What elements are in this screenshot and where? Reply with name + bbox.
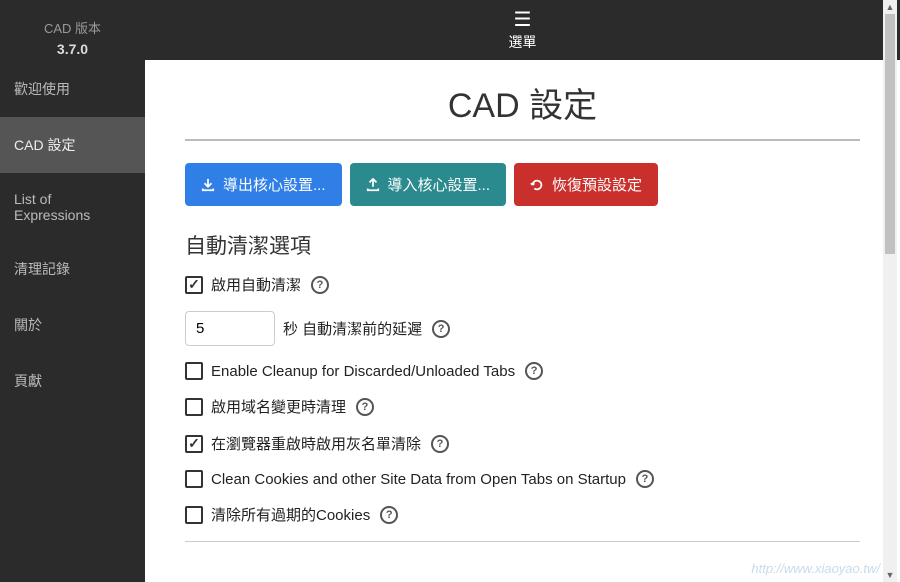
- button-row: 導出核心設置... 導入核心設置... 恢復預設設定: [185, 163, 860, 206]
- checkbox-greylist[interactable]: [185, 435, 203, 453]
- option-greylist-restart: 在瀏覽器重啟時啟用灰名單清除 ?: [185, 433, 860, 454]
- main: ☰ 選單 CAD 設定 導出核心設置... 導入核心設置... 恢復預設設定: [145, 0, 900, 582]
- checkbox-discarded[interactable]: [185, 362, 203, 380]
- section-divider: [185, 541, 860, 542]
- scroll-thumb[interactable]: [885, 14, 895, 254]
- option-discarded-tabs: Enable Cleanup for Discarded/Unloaded Ta…: [185, 362, 860, 380]
- reset-button[interactable]: 恢復預設設定: [514, 163, 658, 206]
- sidebar-item-welcome[interactable]: 歡迎使用: [0, 61, 145, 117]
- sidebar-item-cleanup-log[interactable]: 清理記錄: [0, 241, 145, 297]
- scrollbar[interactable]: ▲ ▼: [883, 0, 897, 582]
- help-icon[interactable]: ?: [311, 276, 329, 294]
- checkbox-expired[interactable]: [185, 506, 203, 524]
- checkbox-autoclean[interactable]: [185, 276, 203, 294]
- sidebar-header: CAD 版本 3.7.0: [0, 0, 145, 61]
- page-title: CAD 設定: [185, 60, 860, 139]
- option-label: 啟用域名變更時清理: [211, 396, 346, 417]
- help-icon[interactable]: ?: [525, 362, 543, 380]
- delay-input[interactable]: [185, 311, 275, 346]
- option-enable-autoclean: 啟用自動清潔 ?: [185, 274, 860, 295]
- import-button[interactable]: 導入核心設置...: [350, 163, 507, 206]
- option-delay: 秒 自動清潔前的延遲 ?: [185, 311, 860, 346]
- option-domain-change: 啟用域名變更時清理 ?: [185, 396, 860, 417]
- scroll-down-icon[interactable]: ▼: [883, 568, 897, 582]
- menu-label: 選單: [145, 32, 900, 52]
- scroll-up-icon[interactable]: ▲: [883, 0, 897, 14]
- export-button[interactable]: 導出核心設置...: [185, 163, 342, 206]
- version-number: 3.7.0: [0, 41, 145, 57]
- sidebar-item-settings[interactable]: CAD 設定: [0, 117, 145, 173]
- checkbox-domain-change[interactable]: [185, 398, 203, 416]
- sidebar: CAD 版本 3.7.0 歡迎使用 CAD 設定 List of Express…: [0, 0, 145, 582]
- sidebar-item-expressions[interactable]: List of Expressions: [0, 173, 145, 241]
- help-icon[interactable]: ?: [432, 320, 450, 338]
- version-label: CAD 版本: [0, 18, 145, 37]
- option-label: 啟用自動清潔: [211, 274, 301, 295]
- delay-label: 秒 自動清潔前的延遲: [283, 318, 422, 339]
- upload-icon: [366, 178, 380, 192]
- help-icon[interactable]: ?: [431, 435, 449, 453]
- sidebar-item-about[interactable]: 關於: [0, 297, 145, 353]
- divider: [185, 139, 860, 141]
- option-label: 在瀏覽器重啟時啟用灰名單清除: [211, 433, 421, 454]
- sidebar-item-contribute[interactable]: 頁獻: [0, 353, 145, 409]
- topbar: ☰ 選單: [145, 0, 900, 60]
- menu-icon[interactable]: ☰: [145, 10, 900, 30]
- option-expired-cookies: 清除所有過期的Cookies ?: [185, 504, 860, 525]
- section-title-autoclean: 自動清潔選項: [185, 230, 860, 260]
- option-open-tabs-startup: Clean Cookies and other Site Data from O…: [185, 470, 860, 488]
- undo-icon: [530, 178, 544, 192]
- download-icon: [201, 178, 215, 192]
- help-icon[interactable]: ?: [636, 470, 654, 488]
- option-label: Enable Cleanup for Discarded/Unloaded Ta…: [211, 363, 515, 380]
- help-icon[interactable]: ?: [356, 398, 374, 416]
- content: CAD 設定 導出核心設置... 導入核心設置... 恢復預設設定 自動清潔選項: [145, 60, 900, 582]
- checkbox-open-tabs[interactable]: [185, 470, 203, 488]
- option-label: 清除所有過期的Cookies: [211, 504, 370, 525]
- help-icon[interactable]: ?: [380, 506, 398, 524]
- option-label: Clean Cookies and other Site Data from O…: [211, 471, 626, 488]
